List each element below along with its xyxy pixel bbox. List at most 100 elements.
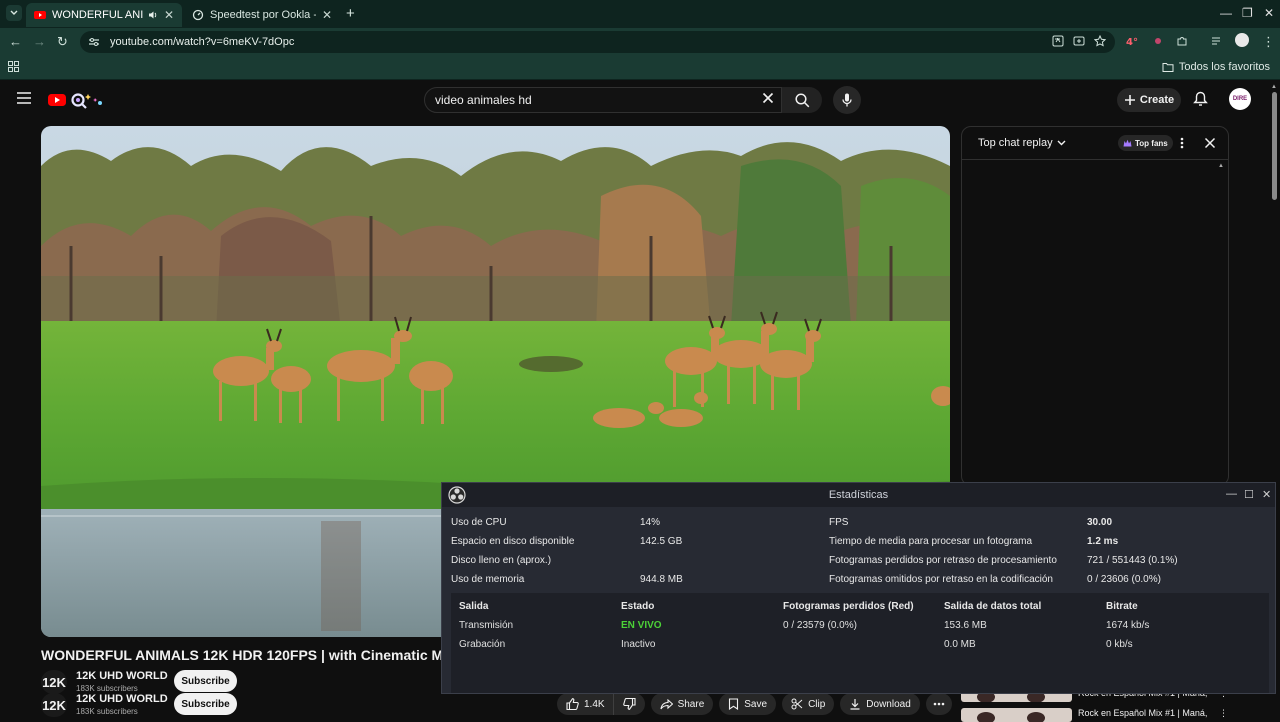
maximize-icon[interactable]: ☐	[1244, 488, 1254, 501]
live-chat-panel: Top chat replay Top fans ▲	[961, 126, 1229, 486]
bookmark-star-icon[interactable]	[1094, 35, 1106, 47]
account-avatar[interactable]: DIRE	[1229, 88, 1251, 110]
subscriber-count: 183K subscribers	[76, 707, 138, 716]
voice-search-button[interactable]	[833, 86, 861, 114]
svg-text:4°: 4°	[1126, 37, 1138, 47]
table-header: Salida	[459, 601, 489, 612]
chevron-down-icon	[1057, 140, 1066, 146]
create-button[interactable]: Create	[1117, 88, 1181, 112]
close-tab-icon[interactable]: ✕	[164, 8, 174, 22]
table-cell: 0 / 23579 (0.0%)	[783, 620, 857, 631]
restore-icon[interactable]: ❐	[1242, 6, 1253, 20]
speedtest-favicon-icon	[192, 9, 204, 21]
fps-label: FPS	[829, 517, 849, 528]
disk-space-label: Espacio en disco disponible	[451, 536, 575, 547]
tab-search-button[interactable]	[6, 5, 22, 21]
clear-search-icon[interactable]	[762, 92, 774, 104]
memory-usage-value: 944.8 MB	[640, 574, 683, 585]
minimize-icon[interactable]: —	[1226, 488, 1237, 500]
apps-grid-icon[interactable]	[8, 61, 19, 72]
close-icon[interactable]	[1204, 137, 1216, 149]
more-vert-icon[interactable]: ⋮	[1219, 708, 1228, 719]
close-tab-icon[interactable]: ✕	[322, 8, 332, 22]
reload-icon[interactable]: ↻	[57, 34, 68, 50]
outputs-table: Salida Estado Fotogramas perdidos (Red) …	[451, 593, 1269, 693]
profile-avatar-icon[interactable]	[1235, 33, 1249, 47]
extension-icon[interactable]	[1152, 35, 1164, 47]
all-bookmarks-label: Todos los favoritos	[1178, 61, 1270, 73]
media-queue-icon[interactable]	[1211, 35, 1223, 47]
share-label: Share	[677, 698, 705, 710]
disk-full-label: Disco lleno en (aprox.)	[451, 555, 552, 566]
all-bookmarks-folder[interactable]: Todos los favoritos	[1162, 61, 1270, 73]
chat-mode-dropdown[interactable]: Top chat replay	[978, 137, 1066, 149]
page-scrollbar[interactable]	[1272, 92, 1277, 200]
obs-titlebar[interactable]: Estadísticas — ☐ ✕	[442, 483, 1275, 507]
memory-usage-label: Uso de memoria	[451, 574, 525, 585]
channel-name[interactable]: 12K UHD WORLD	[76, 670, 168, 682]
clip-label: Clip	[808, 698, 826, 710]
tab-youtube[interactable]: WONDERFUL ANIMALS 12K HDR 120FPS | with …	[26, 3, 182, 27]
dislike-button[interactable]	[612, 693, 645, 715]
page-scroll-up-icon[interactable]: ▲	[1271, 84, 1277, 90]
more-vert-icon[interactable]	[1180, 137, 1184, 149]
browser-menu-icon[interactable]: ⋮	[1262, 34, 1275, 50]
render-time-value: 1.2 ms	[1087, 536, 1119, 547]
browser-tab-bar: WONDERFUL ANIMALS 12K HDR 120FPS | with …	[0, 0, 1280, 28]
table-header: Estado	[621, 601, 655, 612]
chat-scroll-up-icon[interactable]: ▲	[1218, 163, 1224, 169]
forward-icon[interactable]: →	[33, 34, 46, 49]
bookmarks-bar: Todos los favoritos	[0, 56, 1280, 80]
close-window-icon[interactable]: ✕	[1264, 6, 1274, 20]
extension-badge-icon[interactable]: 4°	[1126, 35, 1140, 47]
channel-avatar[interactable]: 12K	[41, 670, 67, 694]
channel-row-sticky: 12K 12K UHD WORLD 183K subscribers Subsc…	[41, 693, 241, 719]
speaker-icon[interactable]	[148, 10, 158, 20]
share-button[interactable]: Share	[650, 693, 714, 715]
search-button[interactable]	[782, 87, 822, 113]
translate-icon[interactable]	[1052, 35, 1064, 47]
site-info-icon[interactable]	[88, 37, 100, 47]
minimize-icon[interactable]: —	[1220, 6, 1232, 20]
back-icon[interactable]: ←	[9, 34, 22, 49]
more-actions-button[interactable]	[925, 693, 952, 715]
save-button[interactable]: Save	[719, 693, 777, 715]
channel-avatar[interactable]: 12K	[41, 693, 67, 717]
new-tab-icon[interactable]: +	[346, 5, 355, 22]
table-cell: 0 kb/s	[1106, 639, 1133, 650]
avatar-text: DIRE	[1232, 96, 1248, 102]
table-cell: 0.0 MB	[944, 639, 976, 650]
menu-hamburger-icon[interactable]	[17, 92, 31, 104]
close-icon[interactable]: ✕	[1262, 488, 1271, 501]
youtube-logo-icon[interactable]	[48, 91, 108, 109]
obs-window-title: Estadísticas	[828, 489, 889, 501]
like-button[interactable]: 1.4K	[557, 693, 613, 715]
download-button[interactable]: Download	[840, 693, 920, 715]
install-app-icon[interactable]	[1073, 35, 1085, 47]
table-cell: Transmisión	[459, 620, 514, 631]
search-input[interactable]: video animales hd	[424, 87, 782, 113]
notifications-bell-icon[interactable]	[1193, 91, 1208, 107]
tab-speedtest[interactable]: Speedtest por Ookla - La prueba de veloc…	[184, 3, 340, 27]
subscribe-button[interactable]: Subscribe	[174, 693, 237, 715]
address-bar[interactable]: youtube.com/watch?v=6meKV-7dOpc	[80, 31, 1115, 53]
subscribe-button[interactable]: Subscribe	[174, 670, 237, 692]
channel-name[interactable]: 12K UHD WORLD	[76, 693, 168, 705]
extensions-puzzle-icon[interactable]	[1176, 35, 1188, 47]
thumbs-up-icon	[566, 698, 579, 710]
fps-value: 30.00	[1087, 517, 1113, 528]
clip-button[interactable]: Clip	[782, 693, 835, 715]
table-cell: Grabación	[459, 639, 506, 650]
disk-space-value: 142.5 GB	[640, 536, 683, 547]
url-text: youtube.com/watch?v=6meKV-7dOpc	[110, 36, 295, 48]
top-fans-button[interactable]: Top fans	[1118, 135, 1173, 151]
chat-title-label: Top chat replay	[978, 137, 1053, 149]
recommended-title[interactable]: Rock en Español Mix #1 | Maná,	[1078, 708, 1207, 718]
browser-toolbar: ← → ↻ youtube.com/watch?v=6meKV-7dOpc 4°…	[0, 28, 1280, 56]
video-title: WONDERFUL ANIMALS 12K HDR 120FPS | with …	[41, 647, 441, 663]
encoding-lag-label: Fotogramas omitidos por retraso en la co…	[829, 574, 1053, 585]
obs-stats-window: Estadísticas — ☐ ✕ Uso de CPU 14% Espaci…	[441, 482, 1276, 694]
search-input-value: video animales hd	[435, 93, 532, 107]
search-icon	[794, 92, 809, 107]
render-time-label: Tiempo de media para procesar un fotogra…	[829, 536, 1033, 547]
